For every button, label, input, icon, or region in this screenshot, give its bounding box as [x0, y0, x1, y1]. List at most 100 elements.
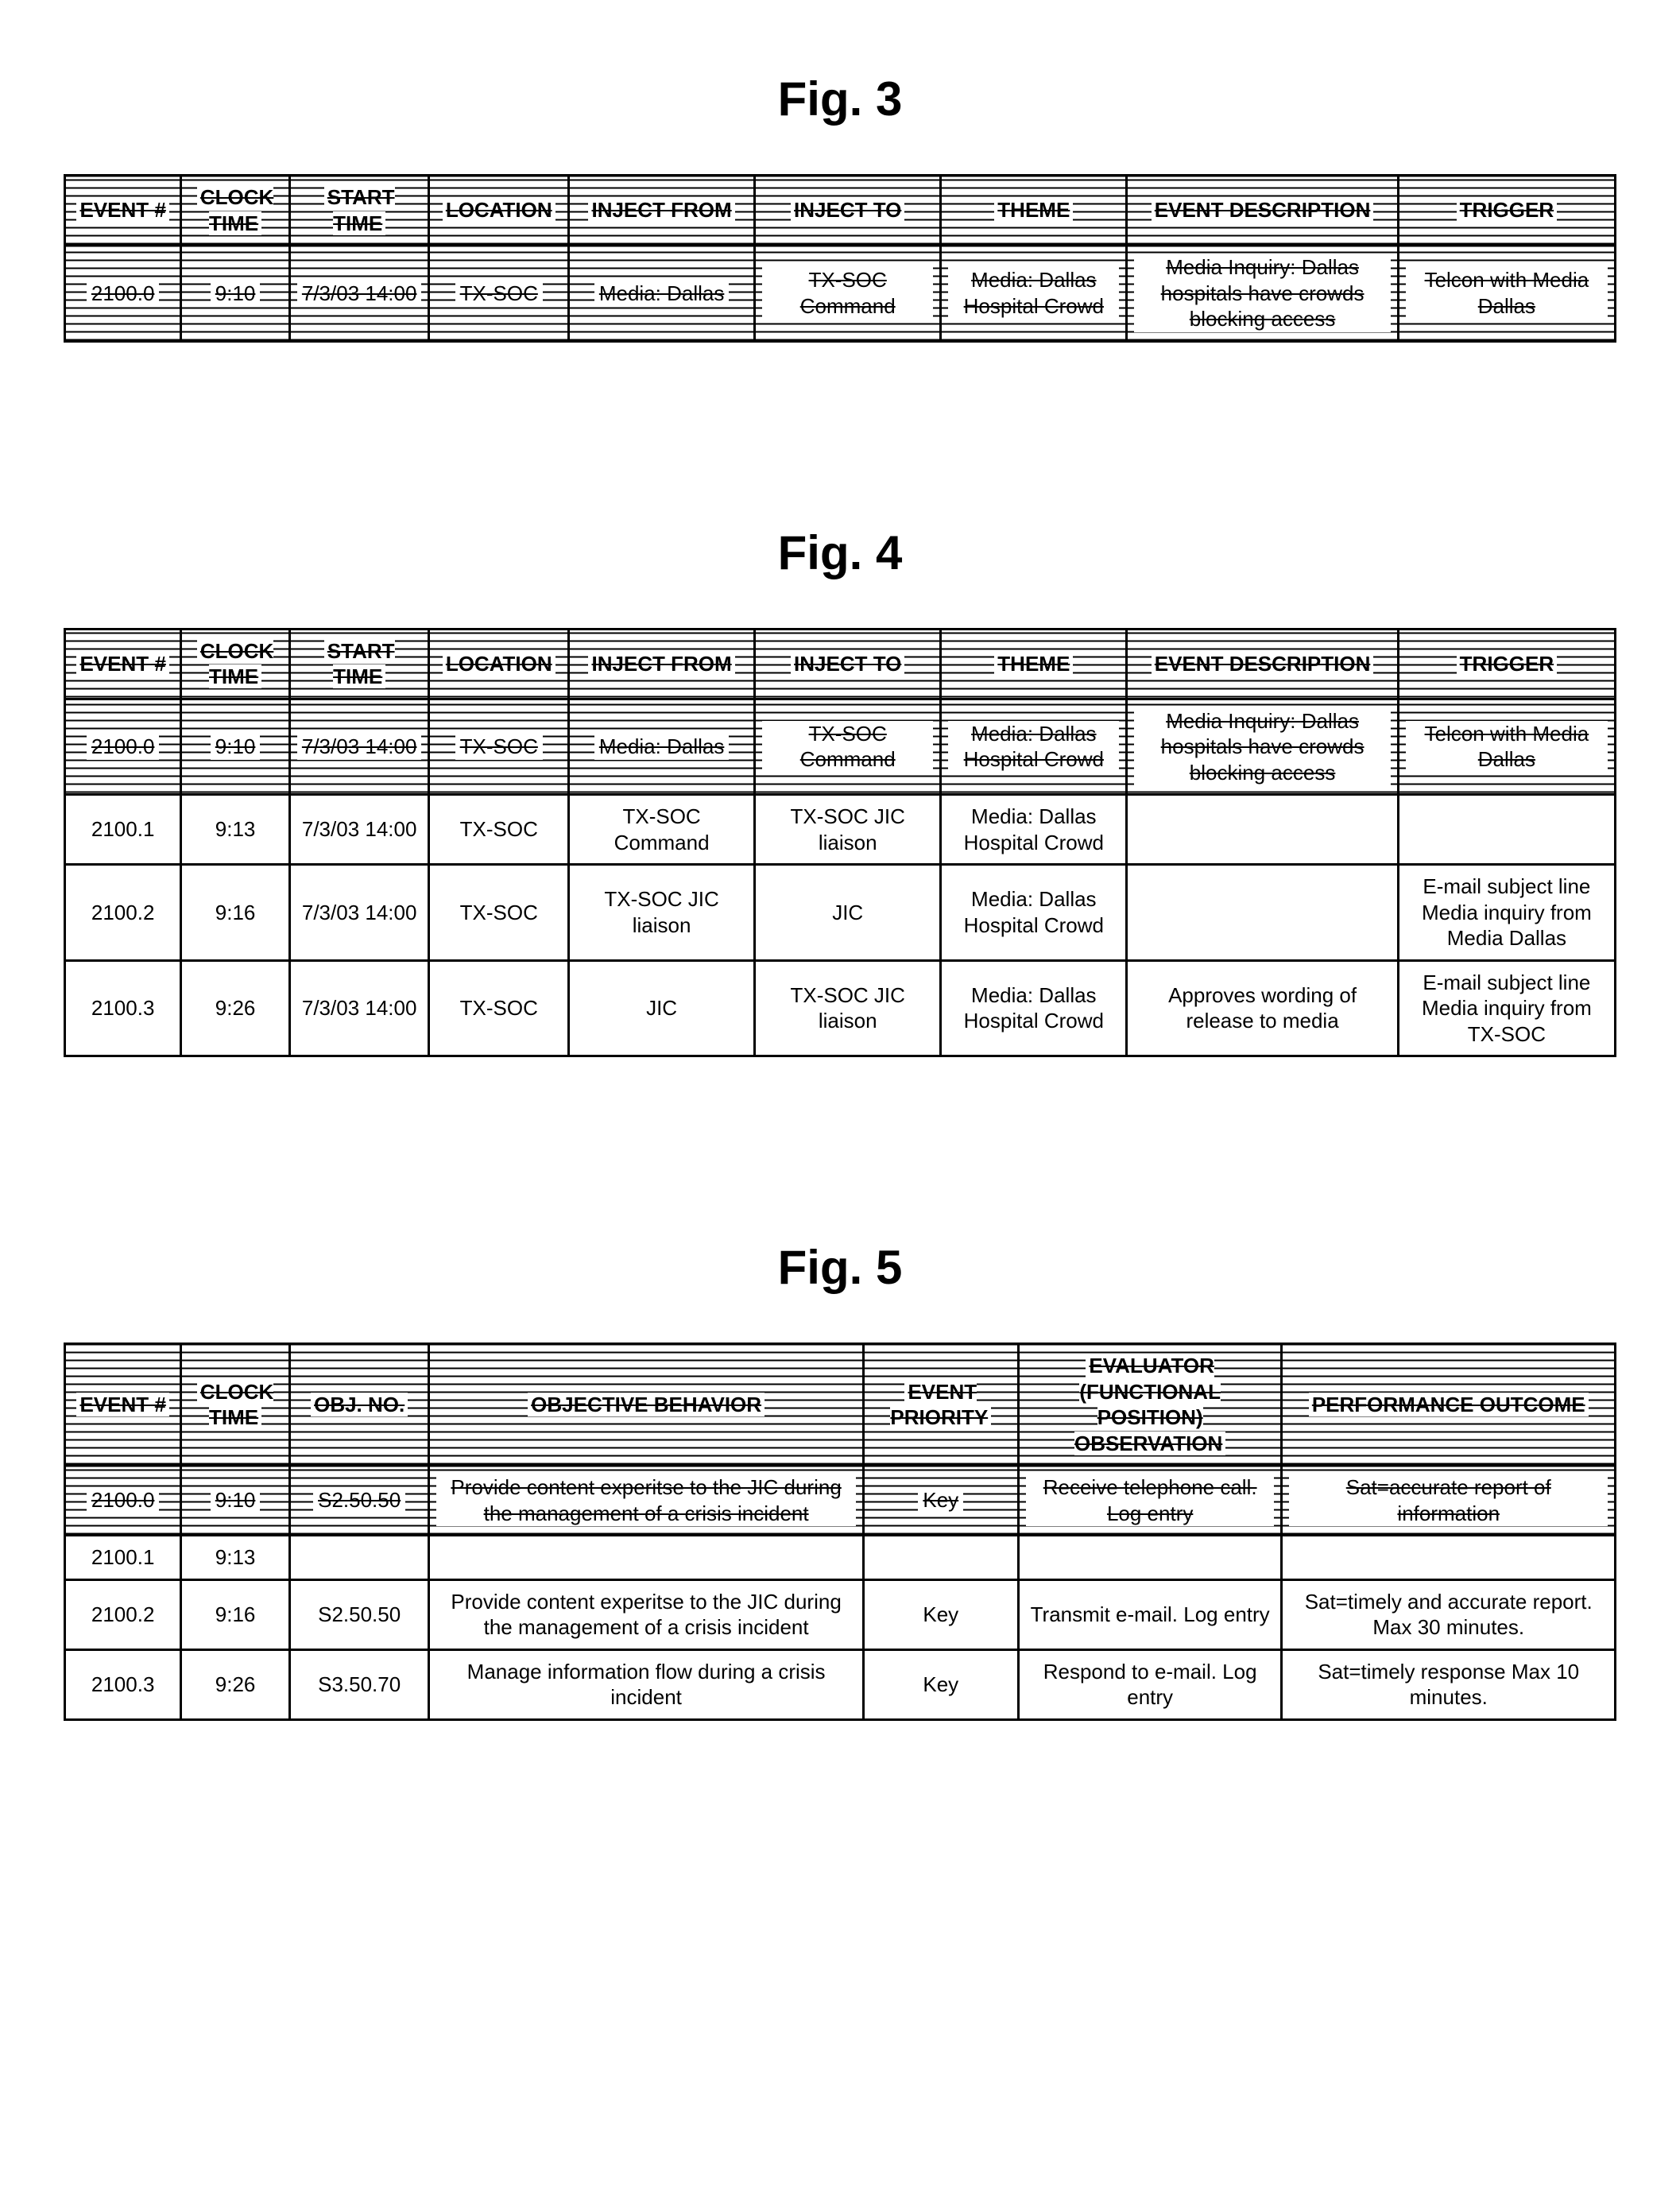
table-cell: Provide content experitse to the JIC dur…: [429, 1579, 863, 1649]
cell-text: Receive telephone call. Log entry: [1026, 1474, 1275, 1526]
col-start: START TIME: [289, 629, 429, 699]
fig3-thead: EVENT # CLOCK TIME START TIME LOCATION I…: [65, 176, 1616, 246]
table-cell: Sat=timely response Max 10 minutes.: [1282, 1649, 1616, 1719]
table-cell: TX-SOC Command: [755, 699, 941, 795]
table-cell: Provide content experitse to the JIC dur…: [429, 1466, 863, 1536]
col-objno: OBJ. NO.: [289, 1344, 429, 1466]
cell-text: TX-SOC: [460, 901, 538, 924]
table-cell: 9:10: [181, 1466, 290, 1536]
cell-text: 9:10: [211, 281, 261, 307]
col-location: LOCATION: [429, 176, 569, 246]
cell-text: TX-SOC Command: [762, 721, 933, 773]
fig4-tbody: 2100.0 9:10 7/3/03 14:00 TX-SOC Media: Dalla…: [65, 699, 1616, 1056]
cell-text: TX-SOC: [455, 734, 543, 760]
table-cell: Sat=timely and accurate report. Max 30 m…: [1282, 1579, 1616, 1649]
col-location: LOCATION: [429, 629, 569, 699]
col-trigger: TRIGGER: [1398, 629, 1615, 699]
cell-text: Sat=timely and accurate report. Max 30 m…: [1305, 1590, 1593, 1640]
cell-text: Key: [918, 1487, 963, 1513]
table-cell: 9:13: [181, 1536, 290, 1580]
table-cell: E-mail subject line Media inquiry from M…: [1398, 865, 1615, 961]
fig3-table: EVENT # CLOCK TIME START TIME LOCATION I…: [64, 174, 1616, 343]
col-priority: EVENT PRIORITY: [863, 1344, 1018, 1466]
col-evaluator: EVALUATOR (FUNCTIONAL POSITION) OBSERVAT…: [1018, 1344, 1282, 1466]
table-cell: 7/3/03 14:00: [289, 865, 429, 961]
fig4-title: Fig. 4: [64, 525, 1616, 580]
col-clock: CLOCK TIME: [181, 1344, 290, 1466]
cell-text: Media: Dallas Hospital Crowd: [964, 983, 1104, 1033]
cell-text: TX-SOC: [455, 281, 543, 307]
table-cell: [1398, 795, 1615, 865]
table-cell: 2100.0: [65, 699, 181, 795]
col-objbeh: OBJECTIVE BEHAVIOR: [429, 1344, 863, 1466]
page: Fig. 3 EVENT # CLOCK TIME START TIME LOC…: [0, 0, 1680, 1769]
table-cell: 2100.1: [65, 1536, 181, 1580]
table-cell: Transmit e-mail. Log entry: [1018, 1579, 1282, 1649]
table-row: 2100.39:267/3/03 14:00TX-SOCJICTX-SOC JI…: [65, 960, 1616, 1056]
table-cell: [429, 1536, 863, 1580]
cell-text: 2100.0: [87, 1487, 160, 1513]
table-cell: S3.50.70: [289, 1649, 429, 1719]
cell-text: 9:13: [215, 817, 256, 841]
col-event: EVENT #: [65, 1344, 181, 1466]
cell-text: TX-SOC: [460, 996, 538, 1020]
table-cell: Receive telephone call. Log entry: [1018, 1466, 1282, 1536]
cell-text: TX-SOC JIC liaison: [604, 887, 718, 937]
cell-text: 2100.1: [91, 1545, 155, 1569]
col-trigger: TRIGGER: [1398, 176, 1615, 246]
col-theme: THEME: [941, 176, 1127, 246]
fig4-table: EVENT # CLOCK TIME START TIME LOCATION I…: [64, 628, 1616, 1058]
table-cell: Respond to e-mail. Log entry: [1018, 1649, 1282, 1719]
spacer: [64, 1057, 1616, 1216]
table-cell: TX-SOC: [429, 865, 569, 961]
table-cell: TX-SOC: [429, 960, 569, 1056]
col-event-desc: EVENT DESCRIPTION: [1127, 629, 1398, 699]
cell-text: S2.50.50: [313, 1487, 405, 1513]
table-cell: JIC: [569, 960, 755, 1056]
table-cell: 9:10: [181, 699, 290, 795]
cell-text: Media: Dallas: [594, 734, 730, 760]
table-cell: Telcon with Media Dallas: [1398, 246, 1615, 342]
table-cell: 7/3/03 14:00: [289, 246, 429, 342]
table-cell: 9:26: [181, 1649, 290, 1719]
cell-text: 7/3/03 14:00: [302, 901, 417, 924]
cell-text: TX-SOC Command: [614, 804, 710, 854]
table-cell: 9:16: [181, 865, 290, 961]
table-cell: 7/3/03 14:00: [289, 699, 429, 795]
cell-text: 9:26: [215, 1672, 256, 1696]
cell-text: S3.50.70: [318, 1672, 401, 1696]
cell-text: Provide content experitse to the JIC dur…: [451, 1590, 841, 1640]
table-row: 2100.1 9:13: [65, 1536, 1616, 1580]
table-cell: Media: Dallas: [569, 246, 755, 342]
table-cell: JIC: [755, 865, 941, 961]
table-cell: Key: [863, 1579, 1018, 1649]
cell-text: 7/3/03 14:00: [302, 817, 417, 841]
table-cell: [863, 1536, 1018, 1580]
fig5-tbody: 2100.09:10S2.50.50Provide content experi…: [65, 1466, 1616, 1720]
cell-text: Key: [923, 1672, 958, 1696]
cell-text: 7/3/03 14:00: [297, 281, 422, 307]
cell-text: 2100.3: [91, 996, 155, 1020]
cell-text: 7/3/03 14:00: [302, 996, 417, 1020]
table-cell: Media: Dallas Hospital Crowd: [941, 960, 1127, 1056]
table-cell: Key: [863, 1649, 1018, 1719]
table-cell: 9:16: [181, 1579, 290, 1649]
col-clock: CLOCK TIME: [181, 176, 290, 246]
cell-text: 2100.2: [91, 901, 155, 924]
col-inject-from: INJECT FROM: [569, 629, 755, 699]
cell-text: E-mail subject line Media inquiry from T…: [1422, 971, 1592, 1046]
col-inject-to: INJECT TO: [755, 176, 941, 246]
cell-text: 9:16: [215, 1602, 256, 1626]
table-cell: 2100.3: [65, 960, 181, 1056]
table-row: 2100.0 9:10 7/3/03 14:00 TX-SOC Media: Dalla…: [65, 699, 1616, 795]
table-row: 2100.2 9:16 7/3/03 14:00 TX-SOC TX-SOC JIC l…: [65, 865, 1616, 961]
col-outcome: PERFORMANCE OUTCOME: [1282, 1344, 1616, 1466]
cell-text: 9:10: [211, 734, 261, 760]
table-row: 2100.39:26S3.50.70Manage information flo…: [65, 1649, 1616, 1719]
cell-text: JIC: [646, 996, 677, 1020]
table-cell: Telcon with Media Dallas: [1398, 699, 1615, 795]
table-cell: [289, 1536, 429, 1580]
table-row: 2100.19:137/3/03 14:00TX-SOCTX-SOC Comma…: [65, 795, 1616, 865]
cell-text: Sat=accurate report of information: [1289, 1474, 1608, 1526]
table-cell: S2.50.50: [289, 1579, 429, 1649]
